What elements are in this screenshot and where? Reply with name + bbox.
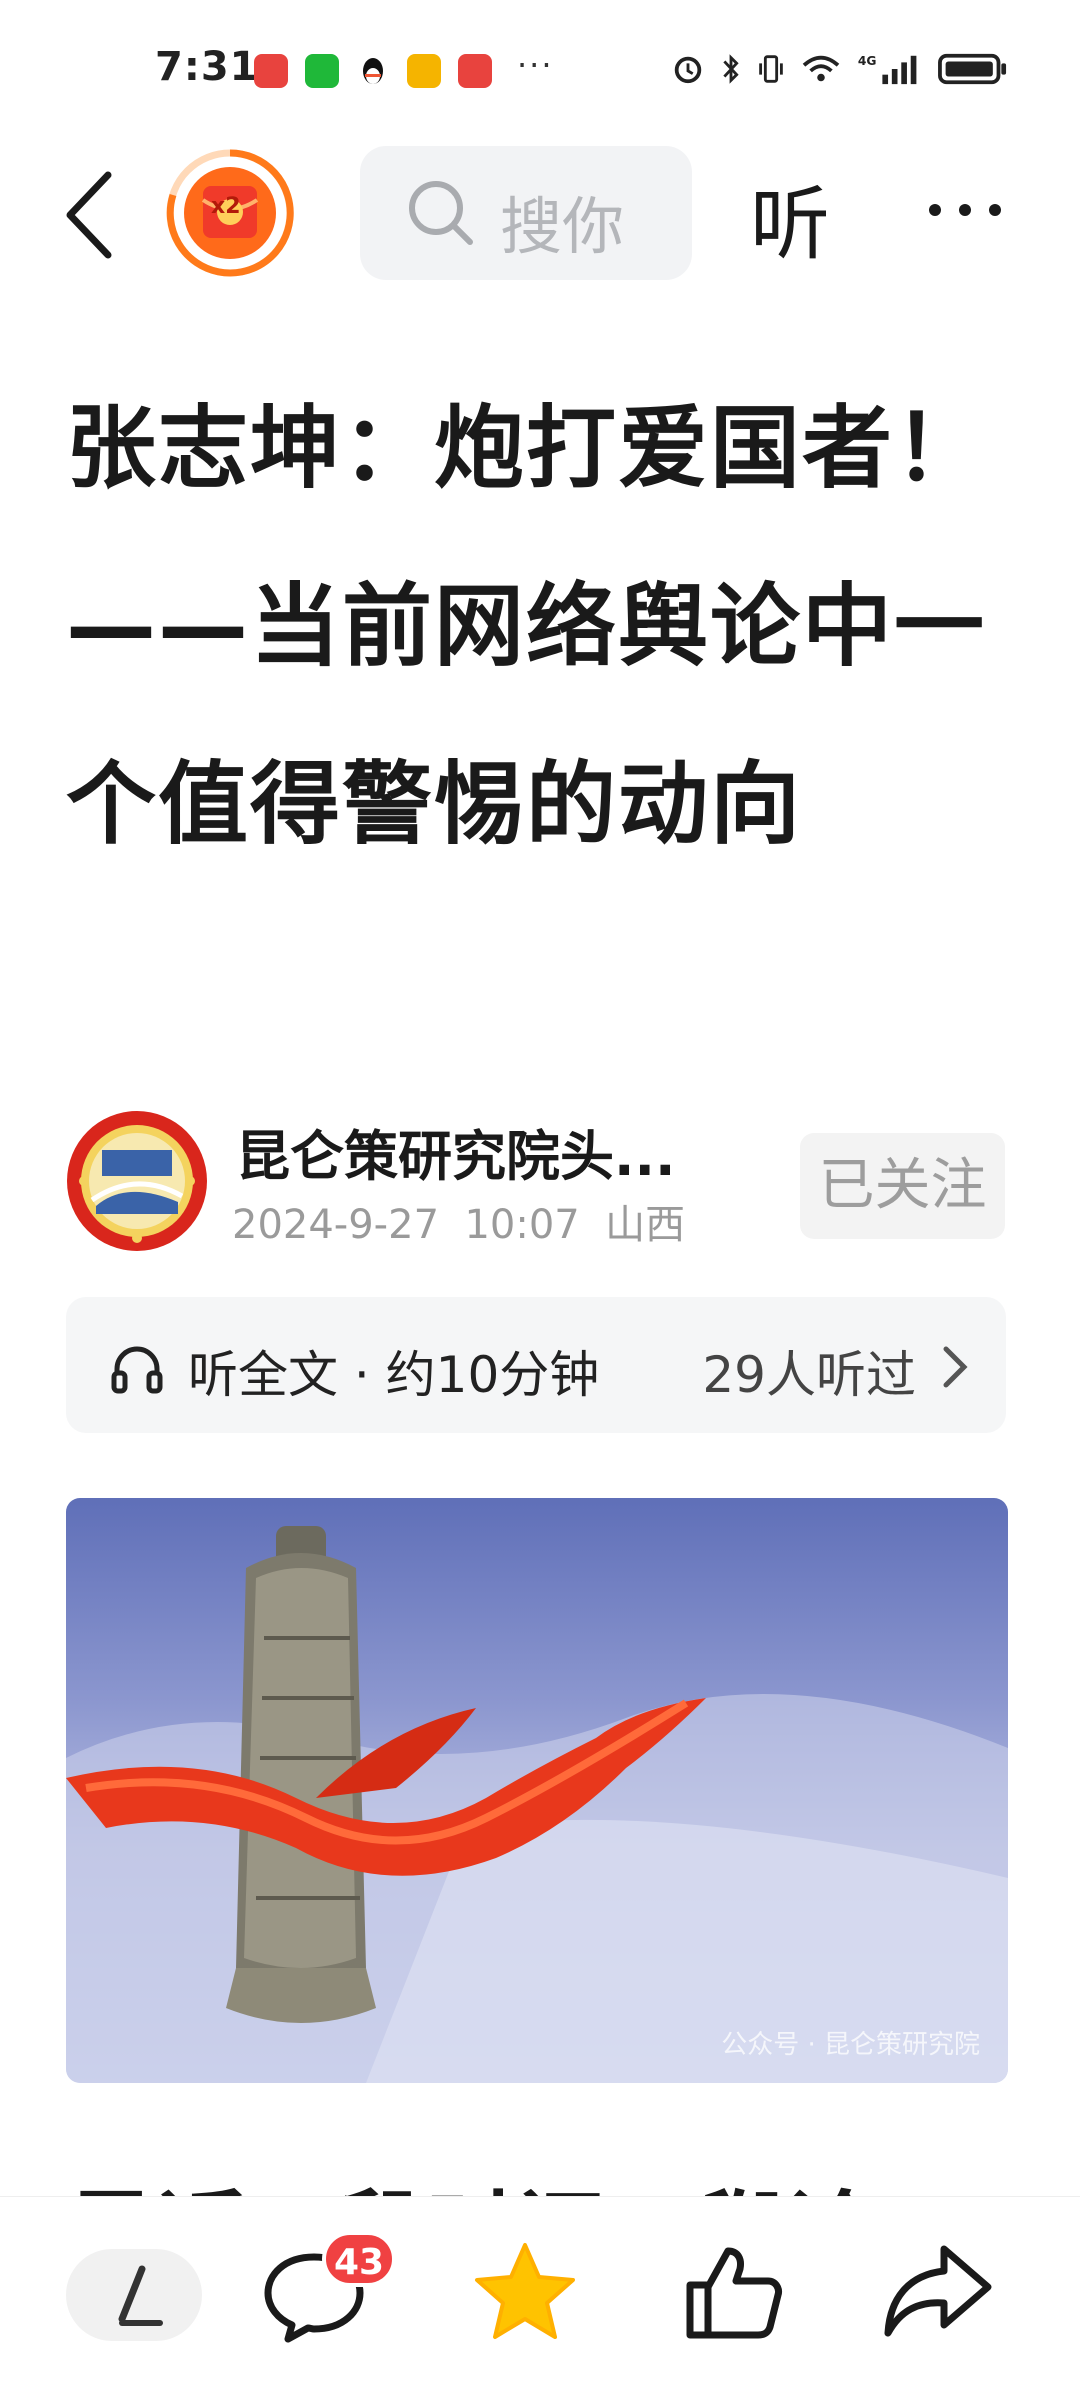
pen-icon bbox=[118, 2265, 163, 2326]
alarm-icon bbox=[674, 56, 702, 84]
vibrate-icon bbox=[759, 55, 783, 83]
more-notifications: ··· bbox=[517, 46, 554, 84]
battery-icon bbox=[938, 53, 1007, 85]
share-button[interactable] bbox=[878, 2235, 998, 2345]
thumbs-up-icon bbox=[686, 2247, 782, 2339]
listen-button[interactable]: 听 bbox=[750, 160, 830, 276]
wifi-icon bbox=[802, 55, 840, 82]
headphones-icon bbox=[111, 1346, 163, 1394]
listen-full-article-bar[interactable]: 听全文 · 约10分钟 29人听过 bbox=[66, 1297, 1006, 1433]
mail-icon bbox=[407, 54, 441, 88]
like-button[interactable] bbox=[672, 2235, 792, 2345]
bluetooth-icon bbox=[723, 54, 739, 84]
publish-date: 2024-9-27 bbox=[232, 1202, 440, 1248]
reward-multiplier: x2 bbox=[211, 194, 241, 219]
more-dots-icon bbox=[929, 204, 1001, 216]
article-hero-image[interactable]: 公众号 · 昆仑策研究院 bbox=[66, 1498, 1008, 2083]
follow-button[interactable]: 已关注 bbox=[800, 1133, 1005, 1239]
star-icon bbox=[475, 2243, 575, 2339]
huawei-app-icon bbox=[254, 54, 288, 88]
listen-full-text: 听全文 · 约10分钟 bbox=[188, 1346, 600, 1404]
system-icons: 4G bbox=[670, 52, 1010, 86]
publish-meta: 2024-9-27 10:07 山西 bbox=[232, 1192, 685, 1250]
share-arrow-icon bbox=[884, 2245, 992, 2337]
huawei-app-icon-2 bbox=[458, 54, 492, 88]
comment-count-badge: 43 bbox=[322, 2231, 397, 2287]
cellular-signal-icon: 4G bbox=[858, 54, 917, 85]
wechat-icon bbox=[305, 54, 339, 88]
back-arrow-icon bbox=[66, 171, 112, 259]
search-icon bbox=[409, 181, 473, 245]
publish-time: 10:07 bbox=[464, 1202, 580, 1248]
back-button[interactable] bbox=[60, 165, 120, 265]
author-name[interactable]: 昆仑策研究院头... bbox=[236, 1112, 676, 1191]
bottom-action-bar: 43 bbox=[0, 2196, 1080, 2401]
more-options-button[interactable] bbox=[920, 175, 1010, 245]
reward-red-packet-button[interactable]: x2 bbox=[165, 148, 295, 278]
chevron-right-icon bbox=[943, 1346, 968, 1388]
svg-text:4G: 4G bbox=[858, 54, 877, 68]
listener-count: 29人听过 bbox=[702, 1346, 916, 1404]
bell-with-red-ribbon-image bbox=[66, 1526, 1008, 2083]
author-logo-icon bbox=[67, 1111, 207, 1251]
publish-location: 山西 bbox=[605, 1202, 686, 1248]
status-time: 7:31 bbox=[155, 44, 259, 90]
write-comment-button[interactable] bbox=[66, 2249, 202, 2341]
author-avatar[interactable] bbox=[66, 1110, 208, 1252]
favorite-button[interactable] bbox=[465, 2235, 585, 2345]
search-placeholder: 搜你 bbox=[500, 190, 625, 263]
search-input[interactable]: 搜你 bbox=[360, 146, 692, 280]
qq-icon bbox=[356, 54, 390, 88]
article-title: 张志坤：炮打爱国者！——当前网络舆论中一个值得警惕的动向 bbox=[66, 396, 986, 857]
image-watermark: 公众号 · 昆仑策研究院 bbox=[721, 2030, 980, 2060]
